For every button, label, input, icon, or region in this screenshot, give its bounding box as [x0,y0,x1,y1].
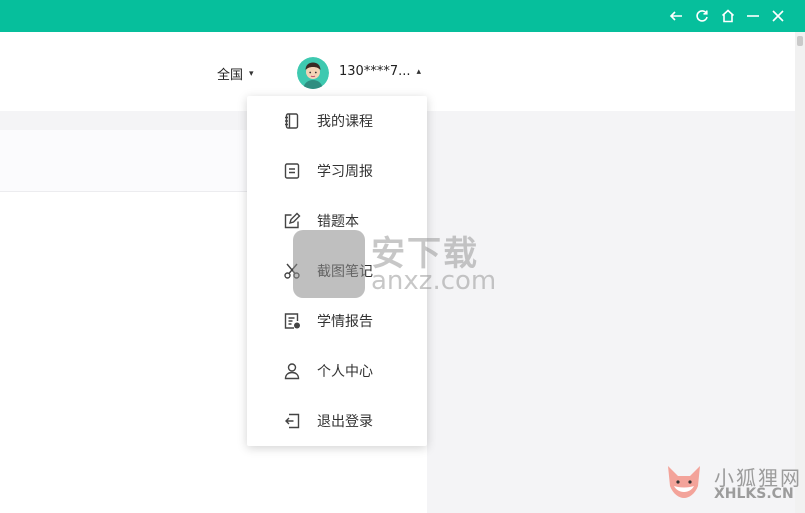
menu-item-personal-center[interactable]: 个人中心 [247,346,427,396]
back-button[interactable] [666,6,686,26]
scissors-icon [283,262,301,280]
user-dropdown-menu: 我的课程 学习周报 错题本 截图笔记 学情报告 个人中心 退出登录 [247,96,427,446]
user-menu-toggle[interactable]: 130****7... ▴ [339,64,421,79]
title-bar [0,0,805,32]
notebook-icon [283,112,301,130]
close-icon [772,10,784,22]
menu-item-weekly-report[interactable]: 学习周报 [247,146,427,196]
report-icon [283,162,301,180]
chart-report-icon [283,312,301,330]
chevron-down-icon: ▾ [249,68,254,79]
refresh-icon [696,10,708,22]
menu-item-my-courses[interactable]: 我的课程 [247,96,427,146]
refresh-button[interactable] [692,6,712,26]
home-button[interactable] [718,6,738,26]
home-icon [721,9,735,23]
logout-icon [283,412,301,430]
avatar[interactable] [297,57,329,89]
menu-item-label: 截图笔记 [317,264,373,280]
region-label: 全国 [217,68,244,83]
fox-logo-icon [668,466,700,498]
menu-item-label: 学情报告 [317,314,373,330]
username-label: 130****7... [339,64,411,79]
menu-item-label: 个人中心 [317,364,373,380]
user-icon [283,362,301,380]
menu-item-mistake-book[interactable]: 错题本 [247,196,427,246]
back-icon [669,11,682,21]
chevron-up-icon: ▴ [416,66,422,77]
menu-item-screenshot-notes[interactable]: 截图笔记 [247,246,427,296]
minimize-button[interactable] [743,6,763,26]
menu-item-label: 我的课程 [317,114,373,130]
menu-item-logout[interactable]: 退出登录 [247,396,427,446]
menu-item-label: 错题本 [317,214,359,230]
close-button[interactable] [768,6,788,26]
menu-item-learning-report[interactable]: 学情报告 [247,296,427,346]
menu-item-label: 学习周报 [317,164,373,180]
minimize-icon [747,15,759,17]
menu-item-label: 退出登录 [317,414,373,430]
scrollbar[interactable] [795,32,805,513]
scrollbar-thumb[interactable] [797,36,803,46]
corner-watermark-domain: XHLKS.CN [714,486,794,502]
side-content-area [427,130,795,513]
region-selector[interactable]: 全国 ▾ [217,64,254,83]
edit-icon [283,212,301,230]
